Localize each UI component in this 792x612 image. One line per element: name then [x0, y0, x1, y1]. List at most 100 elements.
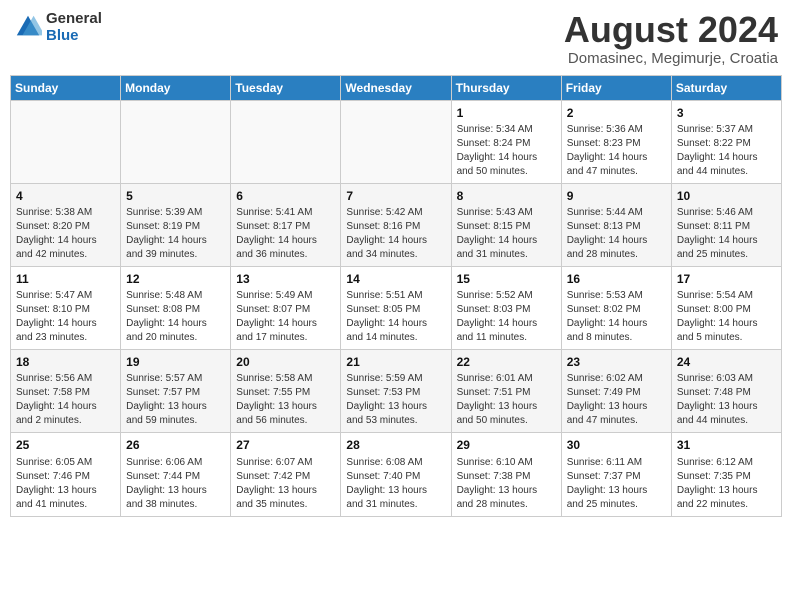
day-info: Sunrise: 5:37 AM Sunset: 8:22 PM Dayligh… — [677, 123, 776, 179]
calendar-cell: 11 Sunrise: 5:47 AM Sunset: 8:10 PM Dayli… — [11, 266, 121, 349]
day-number: 11 — [16, 271, 115, 287]
day-info: Sunrise: 5:56 AM Sunset: 7:58 PM Dayligh… — [16, 372, 115, 428]
day-number: 4 — [16, 188, 115, 204]
day-number: 1 — [457, 105, 556, 121]
calendar-cell: 6 Sunrise: 5:41 AM Sunset: 8:17 PM Daylig… — [231, 183, 341, 266]
calendar-cell — [11, 100, 121, 183]
day-number: 22 — [457, 354, 556, 370]
day-number: 18 — [16, 354, 115, 370]
day-number: 30 — [567, 437, 666, 453]
day-number: 19 — [126, 354, 225, 370]
calendar-cell: 17Sunrise: 5:54 AM Sunset: 8:00 PM Dayli… — [671, 266, 781, 349]
logo: General Blue — [14, 10, 102, 44]
day-info: Sunrise: 5:44 AM Sunset: 8:13 PM Dayligh… — [567, 206, 666, 262]
day-number: 7 — [346, 188, 445, 204]
logo-general: General — [46, 10, 102, 27]
calendar-cell: 12 Sunrise: 5:48 AM Sunset: 8:08 PM Dayli… — [121, 266, 231, 349]
calendar-cell: 23Sunrise: 6:02 AM Sunset: 7:49 PM Dayli… — [561, 350, 671, 433]
day-info: Sunrise: 5:51 AM Sunset: 8:05 PM Dayligh… — [346, 289, 445, 345]
calendar-cell — [121, 100, 231, 183]
day-info: Sunrise: 5:41 AM Sunset: 8:17 PM Dayligh… — [236, 206, 335, 262]
calendar-cell: 20 Sunrise: 5:58 AM Sunset: 7:55 PM Dayli… — [231, 350, 341, 433]
calendar-week-2: 4 Sunrise: 5:38 AM Sunset: 8:20 PM Daylig… — [11, 183, 782, 266]
logo-icon — [14, 13, 42, 41]
day-info: Sunrise: 6:01 AM Sunset: 7:51 PM Dayligh… — [457, 372, 556, 428]
day-number: 25 — [16, 437, 115, 453]
day-number: 10 — [677, 188, 776, 204]
weekday-header-row: SundayMondayTuesdayWednesdayThursdayFrid… — [11, 75, 782, 100]
location-subtitle: Domasinec, Megimurje, Croatia — [564, 50, 778, 67]
day-info: Sunrise: 5:36 AM Sunset: 8:23 PM Dayligh… — [567, 123, 666, 179]
day-info: Sunrise: 5:59 AM Sunset: 7:53 PM Dayligh… — [346, 372, 445, 428]
calendar-cell: 4 Sunrise: 5:38 AM Sunset: 8:20 PM Daylig… — [11, 183, 121, 266]
weekday-header-monday: Monday — [121, 75, 231, 100]
day-number: 23 — [567, 354, 666, 370]
day-number: 8 — [457, 188, 556, 204]
weekday-header-sunday: Sunday — [11, 75, 121, 100]
day-info: Sunrise: 5:49 AM Sunset: 8:07 PM Dayligh… — [236, 289, 335, 345]
calendar-cell: 2Sunrise: 5:36 AM Sunset: 8:23 PM Daylig… — [561, 100, 671, 183]
calendar-cell: 16Sunrise: 5:53 AM Sunset: 8:02 PM Dayli… — [561, 266, 671, 349]
day-info: Sunrise: 6:05 AM Sunset: 7:46 PM Dayligh… — [16, 456, 115, 512]
day-number: 29 — [457, 437, 556, 453]
logo-text: General Blue — [46, 10, 102, 44]
calendar-cell: 31Sunrise: 6:12 AM Sunset: 7:35 PM Dayli… — [671, 433, 781, 516]
day-info: Sunrise: 5:54 AM Sunset: 8:00 PM Dayligh… — [677, 289, 776, 345]
day-number: 20 — [236, 354, 335, 370]
calendar-week-1: 1 Sunrise: 5:34 AM Sunset: 8:24 PM Daylig… — [11, 100, 782, 183]
day-info: Sunrise: 6:06 AM Sunset: 7:44 PM Dayligh… — [126, 456, 225, 512]
day-info: Sunrise: 5:46 AM Sunset: 8:11 PM Dayligh… — [677, 206, 776, 262]
day-info: Sunrise: 5:52 AM Sunset: 8:03 PM Dayligh… — [457, 289, 556, 345]
calendar-cell: 26 Sunrise: 6:06 AM Sunset: 7:44 PM Dayli… — [121, 433, 231, 516]
calendar-cell: 21Sunrise: 5:59 AM Sunset: 7:53 PM Dayli… — [341, 350, 451, 433]
calendar-cell: 7Sunrise: 5:42 AM Sunset: 8:16 PM Daylig… — [341, 183, 451, 266]
calendar-cell: 22 Sunrise: 6:01 AM Sunset: 7:51 PM Dayli… — [451, 350, 561, 433]
day-info: Sunrise: 5:48 AM Sunset: 8:08 PM Dayligh… — [126, 289, 225, 345]
day-number: 5 — [126, 188, 225, 204]
calendar-cell: 18 Sunrise: 5:56 AM Sunset: 7:58 PM Dayli… — [11, 350, 121, 433]
calendar-cell: 24 Sunrise: 6:03 AM Sunset: 7:48 PM Dayli… — [671, 350, 781, 433]
day-info: Sunrise: 5:57 AM Sunset: 7:57 PM Dayligh… — [126, 372, 225, 428]
day-info: Sunrise: 6:11 AM Sunset: 7:37 PM Dayligh… — [567, 456, 666, 512]
calendar-cell: 19 Sunrise: 5:57 AM Sunset: 7:57 PM Dayli… — [121, 350, 231, 433]
day-number: 3 — [677, 105, 776, 121]
day-info: Sunrise: 5:47 AM Sunset: 8:10 PM Dayligh… — [16, 289, 115, 345]
calendar-cell: 1 Sunrise: 5:34 AM Sunset: 8:24 PM Daylig… — [451, 100, 561, 183]
day-info: Sunrise: 6:03 AM Sunset: 7:48 PM Dayligh… — [677, 372, 776, 428]
day-number: 24 — [677, 354, 776, 370]
weekday-header-friday: Friday — [561, 75, 671, 100]
day-number: 12 — [126, 271, 225, 287]
day-number: 6 — [236, 188, 335, 204]
day-number: 27 — [236, 437, 335, 453]
day-info: Sunrise: 5:34 AM Sunset: 8:24 PM Dayligh… — [457, 123, 556, 179]
calendar-week-3: 11 Sunrise: 5:47 AM Sunset: 8:10 PM Dayli… — [11, 266, 782, 349]
day-number: 31 — [677, 437, 776, 453]
calendar-week-4: 18 Sunrise: 5:56 AM Sunset: 7:58 PM Dayli… — [11, 350, 782, 433]
weekday-header-tuesday: Tuesday — [231, 75, 341, 100]
calendar-cell: 13Sunrise: 5:49 AM Sunset: 8:07 PM Dayli… — [231, 266, 341, 349]
day-info: Sunrise: 5:39 AM Sunset: 8:19 PM Dayligh… — [126, 206, 225, 262]
weekday-header-thursday: Thursday — [451, 75, 561, 100]
calendar-cell: 28Sunrise: 6:08 AM Sunset: 7:40 PM Dayli… — [341, 433, 451, 516]
day-number: 9 — [567, 188, 666, 204]
day-number: 16 — [567, 271, 666, 287]
calendar-cell: 14 Sunrise: 5:51 AM Sunset: 8:05 PM Dayli… — [341, 266, 451, 349]
day-number: 26 — [126, 437, 225, 453]
day-number: 14 — [346, 271, 445, 287]
logo-blue: Blue — [46, 27, 102, 44]
day-info: Sunrise: 5:43 AM Sunset: 8:15 PM Dayligh… — [457, 206, 556, 262]
calendar-cell: 10 Sunrise: 5:46 AM Sunset: 8:11 PM Dayli… — [671, 183, 781, 266]
day-number: 28 — [346, 437, 445, 453]
day-info: Sunrise: 5:58 AM Sunset: 7:55 PM Dayligh… — [236, 372, 335, 428]
calendar-cell: 25 Sunrise: 6:05 AM Sunset: 7:46 PM Dayli… — [11, 433, 121, 516]
calendar-cell: 9 Sunrise: 5:44 AM Sunset: 8:13 PM Daylig… — [561, 183, 671, 266]
calendar-cell: 27Sunrise: 6:07 AM Sunset: 7:42 PM Dayli… — [231, 433, 341, 516]
title-section: August 2024 Domasinec, Megimurje, Croati… — [564, 10, 778, 67]
calendar-cell: 30 Sunrise: 6:11 AM Sunset: 7:37 PM Dayli… — [561, 433, 671, 516]
weekday-header-saturday: Saturday — [671, 75, 781, 100]
day-number: 15 — [457, 271, 556, 287]
calendar-table: SundayMondayTuesdayWednesdayThursdayFrid… — [10, 75, 782, 517]
day-info: Sunrise: 5:38 AM Sunset: 8:20 PM Dayligh… — [16, 206, 115, 262]
calendar-cell: 8 Sunrise: 5:43 AM Sunset: 8:15 PM Daylig… — [451, 183, 561, 266]
calendar-cell: 15 Sunrise: 5:52 AM Sunset: 8:03 PM Dayli… — [451, 266, 561, 349]
